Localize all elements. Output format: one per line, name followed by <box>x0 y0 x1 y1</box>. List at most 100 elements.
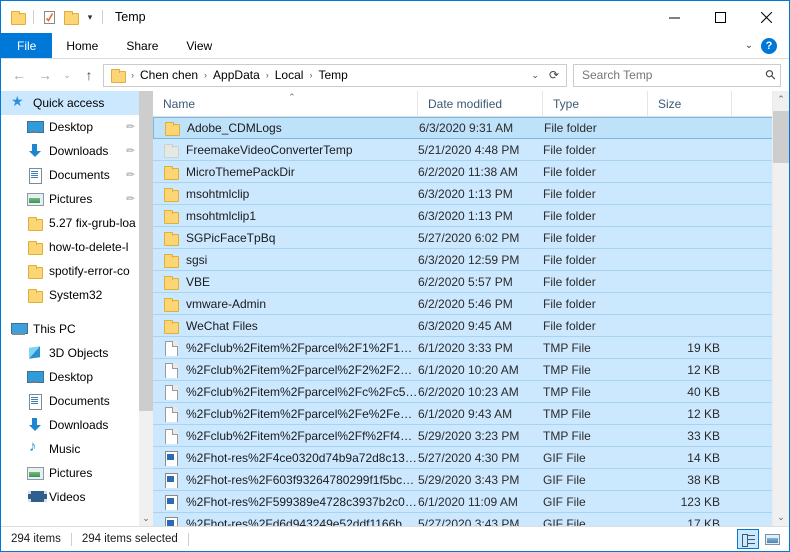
search-box[interactable]: ⚲ <box>573 63 781 87</box>
table-row[interactable]: %2Fhot-res%2F599389e4728c3937b2c03e… 6/1/… <box>153 491 789 513</box>
file-date-cell: 6/2/2020 11:38 AM <box>418 164 518 179</box>
back-button[interactable]: ← <box>7 63 31 87</box>
table-row[interactable]: %2Fhot-res%2F4ce0320d74b9a72d8c13d… 5/27/… <box>153 447 789 469</box>
sidebar-item-pictures[interactable]: Pictures <box>1 461 139 485</box>
scroll-down-icon[interactable]: ⌄ <box>773 509 789 526</box>
table-row[interactable]: %2Fclub%2Fitem%2Fparcel%2Fc%2Fc58… 6/2/20… <box>153 381 789 403</box>
details-view-icon <box>741 533 755 547</box>
breadcrumb-item-local[interactable]: Local <box>272 68 307 82</box>
new-folder-icon[interactable] <box>60 6 82 28</box>
search-input[interactable] <box>582 68 767 82</box>
column-header-date-modified[interactable]: Date modified <box>418 91 543 116</box>
sidebar-item-3d-objects[interactable]: 3D Objects <box>1 341 139 365</box>
navigation-list: Quick access Desktop ✐ Downloads ✐ Documents ✐… <box>1 91 139 526</box>
breadcrumb-item-appdata[interactable]: AppData <box>210 68 263 82</box>
table-row[interactable]: %2Fclub%2Fitem%2Fparcel%2Ff%2Ff46d… 5/29/… <box>153 425 789 447</box>
close-button[interactable] <box>743 1 789 33</box>
address-bar[interactable]: › Chen chen › AppData › Local › Temp ⌄ ⟳ <box>103 63 567 87</box>
table-row[interactable]: %2Fclub%2Fitem%2Fparcel%2Fe%2Fe5b… 6/1/20… <box>153 403 789 425</box>
maximize-button[interactable] <box>697 1 743 33</box>
table-row[interactable]: sgsi 6/3/2020 12:59 PM File folder <box>153 249 789 271</box>
properties-icon[interactable] <box>38 6 60 28</box>
address-toolbar: ← → ⌄ ↑ › Chen chen › AppData › Local › … <box>1 59 789 91</box>
recent-locations-caret-icon[interactable]: ⌄ <box>59 63 75 87</box>
file-name-label: Adobe_CDMLogs <box>187 121 282 135</box>
file-size-cell: 19 KB <box>687 340 720 355</box>
help-icon[interactable]: ? <box>761 37 777 54</box>
navigation-scrollbar-thumb[interactable] <box>139 91 153 411</box>
file-date-cell: 6/1/2020 11:09 AM <box>418 494 518 509</box>
table-row[interactable]: %2Fhot-res%2Fd6d943249e52ddf1166b44… 5/27… <box>153 513 789 526</box>
table-row[interactable]: vmware-Admin 6/2/2020 5:46 PM File folder <box>153 293 789 315</box>
sidebar-item-downloads[interactable]: Downloads <box>1 413 139 437</box>
sidebar-item-5-27-fix-grub-loa[interactable]: 5.27 fix-grub-loa <box>1 211 139 235</box>
column-header-name[interactable]: Name ⌃ <box>153 91 418 116</box>
table-row[interactable]: %2Fhot-res%2F603f93264780299f1f5bc4d… 5/2… <box>153 469 789 491</box>
table-row[interactable]: MicroThemePackDir 6/2/2020 11:38 AM File f… <box>153 161 789 183</box>
sidebar-item-how-to-delete-l[interactable]: how-to-delete-l <box>1 235 139 259</box>
folder-icon[interactable] <box>7 6 29 28</box>
sidebar-item-downloads[interactable]: Downloads ✐ <box>1 139 139 163</box>
table-row[interactable]: msohtmlclip 6/3/2020 1:13 PM File folder <box>153 183 789 205</box>
sidebar-item-desktop[interactable]: Desktop <box>1 365 139 389</box>
chevron-down-icon[interactable]: ⌄ <box>139 510 153 526</box>
sidebar-item-documents[interactable]: Documents <box>1 389 139 413</box>
table-row[interactable]: WeChat Files 6/3/2020 9:45 AM File folder <box>153 315 789 337</box>
sidebar-item-music[interactable]: Music <box>1 437 139 461</box>
navigation-scrollbar[interactable]: ⌄ <box>139 91 153 526</box>
sidebar-item-this-pc[interactable]: This PC <box>1 317 139 341</box>
large-icons-view-button[interactable] <box>761 529 783 549</box>
tab-view[interactable]: View <box>172 33 226 58</box>
divider <box>102 10 103 24</box>
table-row[interactable]: VBE 6/2/2020 5:57 PM File folder <box>153 271 789 293</box>
sidebar-item-label: Music <box>49 442 81 456</box>
folder-icon <box>27 239 43 255</box>
tab-home[interactable]: Home <box>52 33 112 58</box>
customize-qat-caret-icon[interactable]: ▾ <box>82 6 98 28</box>
file-name-cell: sgsi <box>153 252 418 268</box>
breadcrumb-separator: › <box>204 70 208 80</box>
file-date-cell: 6/3/2020 12:59 PM <box>418 252 520 267</box>
sidebar-item-label: Downloads <box>49 144 109 158</box>
sidebar-item-videos[interactable]: Videos <box>1 485 139 509</box>
sidebar-item-pictures[interactable]: Pictures ✐ <box>1 187 139 211</box>
scroll-up-icon[interactable]: ⌃ <box>773 91 789 108</box>
sidebar-item-desktop[interactable]: Desktop ✐ <box>1 115 139 139</box>
column-header-type[interactable]: Type <box>543 91 648 116</box>
table-row[interactable]: SGPicFaceTpBq 5/27/2020 6:02 PM File folde… <box>153 227 789 249</box>
sidebar-item-documents[interactable]: Documents ✐ <box>1 163 139 187</box>
sidebar-item-system32[interactable]: System32 <box>1 283 139 307</box>
divider <box>187 532 189 546</box>
pin-icon[interactable]: ✐ <box>122 192 136 206</box>
file-name-cell: %2Fhot-res%2F603f93264780299f1f5bc4d… <box>153 472 418 488</box>
sidebar-item-quick-access[interactable]: Quick access <box>1 91 139 115</box>
table-row[interactable]: %2Fclub%2Fitem%2Fparcel%2F2%2F245… 6/1/20… <box>153 359 789 381</box>
table-row[interactable]: %2Fclub%2Fitem%2Fparcel%2F1%2F149… 6/1/20… <box>153 337 789 359</box>
pin-icon[interactable]: ✐ <box>122 120 136 134</box>
file-list-scrollbar-thumb[interactable] <box>773 111 789 163</box>
pin-icon[interactable]: ✐ <box>122 144 136 158</box>
table-row[interactable]: Adobe_CDMLogs 6/3/2020 9:31 AM File folder <box>153 117 789 139</box>
tab-file[interactable]: File <box>1 33 53 58</box>
tab-share[interactable]: Share <box>112 33 172 58</box>
table-row[interactable]: msohtmlclip1 6/3/2020 1:13 PM File folder <box>153 205 789 227</box>
breadcrumb-item-user[interactable]: Chen chen <box>137 68 201 82</box>
forward-button[interactable]: → <box>33 63 57 87</box>
up-button[interactable]: ↑ <box>77 63 101 87</box>
pin-icon[interactable]: ✐ <box>122 168 136 182</box>
minimize-button[interactable] <box>651 1 697 33</box>
file-name-cell: %2Fhot-res%2F599389e4728c3937b2c03e… <box>153 494 418 510</box>
chevron-down-icon[interactable]: ⌄ <box>739 36 759 56</box>
folder-icon <box>27 287 43 303</box>
table-row[interactable]: FreemakeVideoConverterTemp 5/21/2020 4:48… <box>153 139 789 161</box>
address-dropdown-caret-icon[interactable]: ⌄ <box>526 70 544 81</box>
column-header-size[interactable]: Size <box>648 91 732 116</box>
breadcrumb-item-temp[interactable]: Temp <box>315 68 350 82</box>
view-buttons <box>737 529 789 549</box>
sidebar-item-spotify-error-co[interactable]: spotify-error-co <box>1 259 139 283</box>
file-type-cell: File folder <box>543 208 596 223</box>
refresh-icon[interactable]: ⟳ <box>544 68 564 82</box>
document-icon <box>163 428 179 444</box>
file-list-scrollbar[interactable]: ⌃ ⌄ <box>772 91 789 526</box>
details-view-button[interactable] <box>737 529 759 549</box>
